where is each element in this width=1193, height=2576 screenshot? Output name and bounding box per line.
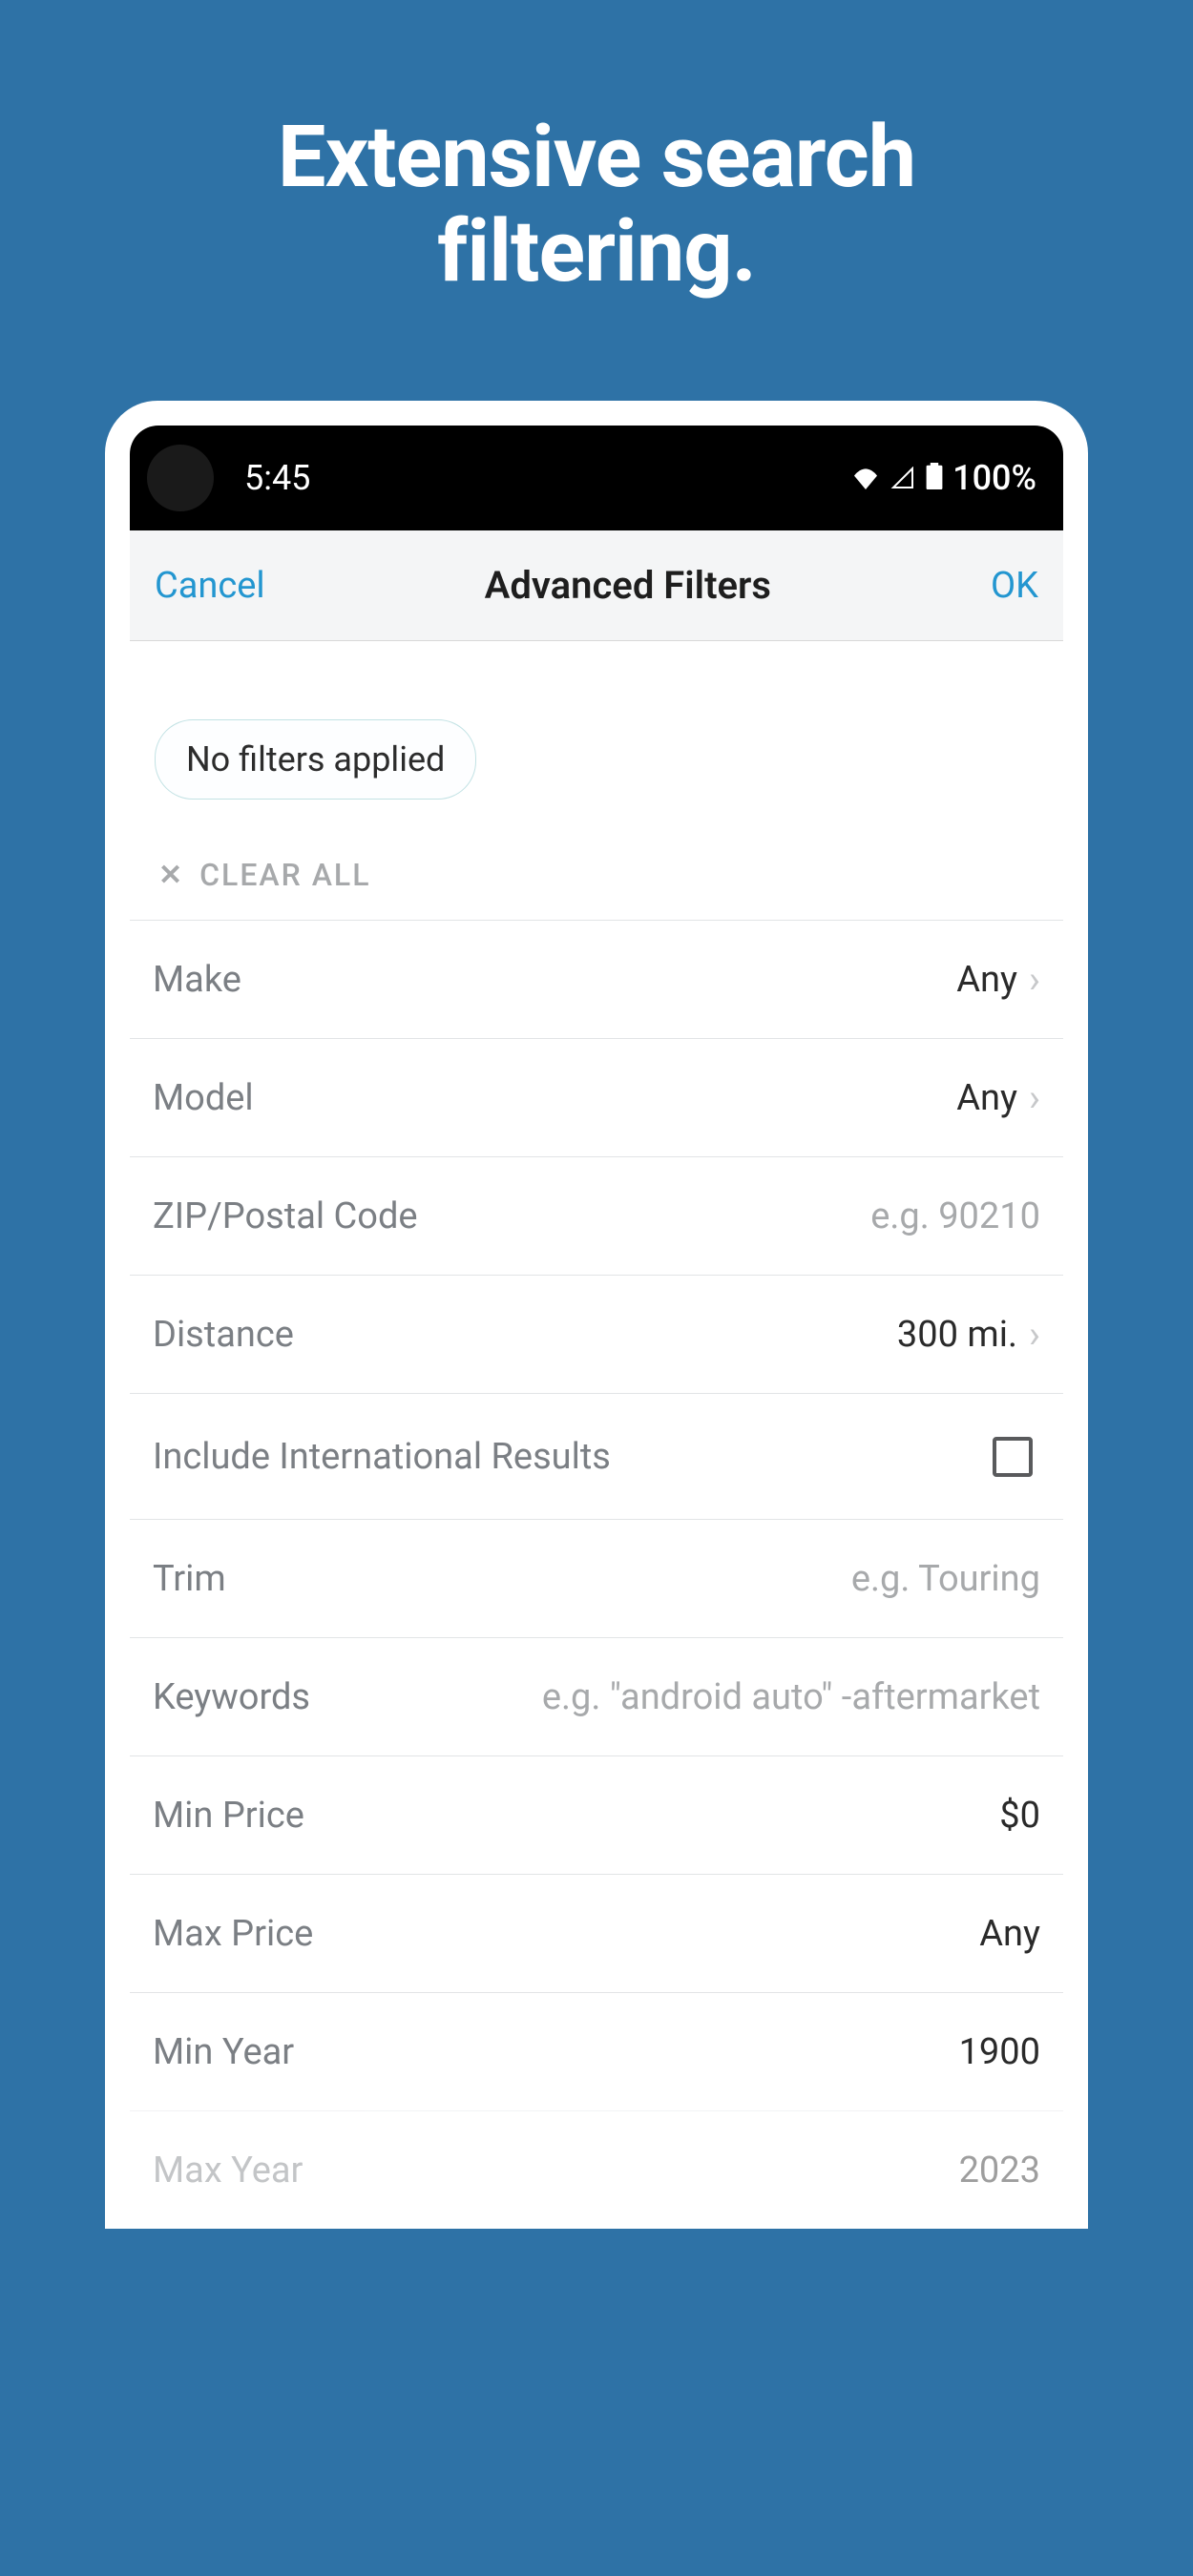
signal-icon — [890, 458, 916, 498]
device-frame: 5:45 100% Cancel Advanced Filters OK — [105, 401, 1088, 2229]
filter-label: Trim — [153, 1558, 226, 1600]
filter-label: Max Year — [153, 2150, 303, 2192]
chevron-right-icon: › — [1029, 1075, 1040, 1120]
hero-line1: Extensive search — [278, 107, 915, 207]
status-time: 5:45 — [244, 458, 310, 498]
clear-all-label: CLEAR ALL — [199, 857, 370, 893]
status-right: 100% — [851, 458, 1036, 498]
filter-label: Distance — [153, 1314, 294, 1356]
zip-input[interactable]: e.g. 90210 — [870, 1195, 1040, 1237]
applied-filters-area: No filters applied — [130, 641, 1063, 800]
filter-value: $0 — [999, 1795, 1040, 1837]
filter-value: Any — [979, 1913, 1040, 1955]
cancel-button[interactable]: Cancel — [155, 565, 265, 607]
filter-value: e.g. Touring — [851, 1558, 1040, 1600]
filter-row-distance[interactable]: Distance 300 mi. › — [130, 1275, 1063, 1393]
filter-row-min-price[interactable]: Min Price $0 — [130, 1755, 1063, 1874]
filter-label: Make — [153, 959, 241, 1001]
filter-row-trim[interactable]: Trim e.g. Touring — [130, 1519, 1063, 1637]
status-bar: 5:45 100% — [130, 426, 1063, 530]
filter-value: Any › — [956, 957, 1040, 1002]
status-left: 5:45 — [147, 445, 310, 511]
filter-row-keywords[interactable]: Keywords e.g. "android auto" -aftermarke… — [130, 1637, 1063, 1755]
close-icon: ✕ — [158, 859, 184, 892]
filter-row-zip[interactable]: ZIP/Postal Code e.g. 90210 — [130, 1156, 1063, 1275]
filter-label: Min Year — [153, 2031, 294, 2073]
filter-value: 1900 — [959, 2031, 1040, 2073]
filter-value: Any › — [956, 1075, 1040, 1120]
filter-row-max-year[interactable]: Max Year 2023 — [130, 2110, 1063, 2229]
filter-row-make[interactable]: Make Any › — [130, 920, 1063, 1038]
battery-percent: 100% — [952, 458, 1036, 498]
chevron-right-icon: › — [1029, 957, 1040, 1002]
filter-row-max-price[interactable]: Max Price Any — [130, 1874, 1063, 1992]
wifi-icon — [851, 458, 880, 498]
no-filters-chip[interactable]: No filters applied — [155, 719, 476, 800]
nav-bar: Cancel Advanced Filters OK — [130, 530, 1063, 641]
hero-title: Extensive search filtering. — [38, 110, 1155, 299]
filter-row-min-year[interactable]: Min Year 1900 — [130, 1992, 1063, 2110]
battery-icon — [926, 458, 943, 498]
chevron-right-icon: › — [1029, 1312, 1040, 1357]
filter-label: Keywords — [153, 1676, 310, 1718]
international-checkbox[interactable] — [993, 1437, 1033, 1477]
clear-all-button[interactable]: ✕ CLEAR ALL — [130, 800, 1063, 920]
trim-input[interactable]: e.g. Touring — [851, 1558, 1040, 1600]
filter-value: 300 mi. › — [897, 1312, 1040, 1357]
filter-value: 2023 — [959, 2150, 1040, 2192]
filter-value: e.g. "android auto" -aftermarket — [542, 1676, 1040, 1718]
filter-value — [993, 1437, 1040, 1477]
filter-label: Include International Results — [153, 1436, 611, 1478]
camera-cutout — [147, 445, 214, 511]
hero-section: Extensive search filtering. — [0, 0, 1193, 299]
filter-label: ZIP/Postal Code — [153, 1195, 418, 1237]
filter-row-model[interactable]: Model Any › — [130, 1038, 1063, 1156]
nav-title: Advanced Filters — [485, 563, 771, 608]
filter-row-international[interactable]: Include International Results — [130, 1393, 1063, 1519]
filters-content: No filters applied ✕ CLEAR ALL Make Any … — [130, 641, 1063, 2229]
keywords-input[interactable]: e.g. "android auto" -aftermarket — [542, 1676, 1040, 1718]
screen: 5:45 100% Cancel Advanced Filters OK — [130, 426, 1063, 2229]
filter-label: Max Price — [153, 1913, 313, 1955]
filter-value: e.g. 90210 — [870, 1195, 1040, 1237]
ok-button[interactable]: OK — [991, 565, 1038, 607]
filter-label: Model — [153, 1077, 254, 1119]
hero-line2: filtering. — [437, 201, 756, 301]
filter-label: Min Price — [153, 1795, 304, 1837]
